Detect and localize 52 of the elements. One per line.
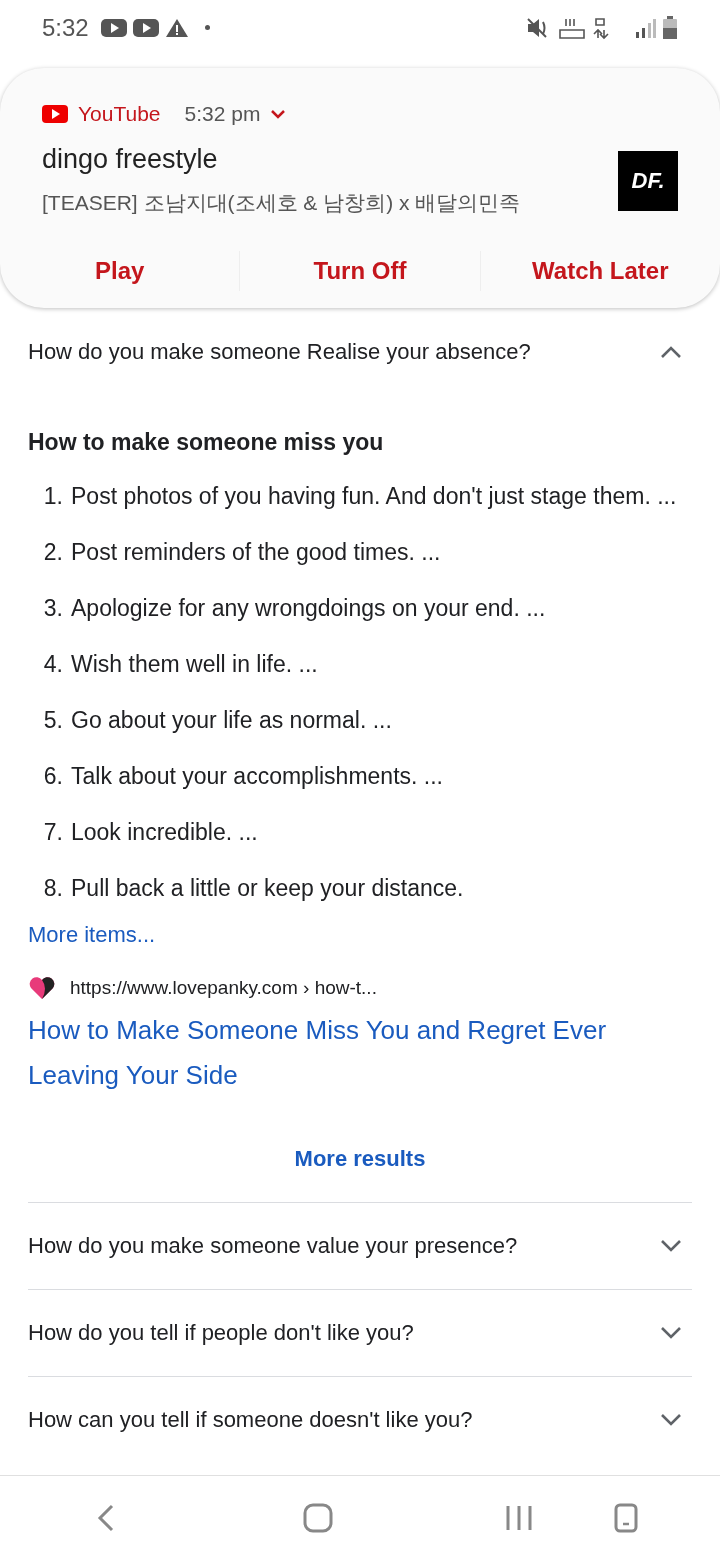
- list-item-text: Look incredible. ...: [71, 818, 258, 847]
- item-number: 1.: [42, 482, 63, 511]
- expand-icon[interactable]: [660, 1413, 682, 1427]
- item-number: 4.: [42, 650, 63, 679]
- list-item-text: Talk about your accomplishments. ...: [71, 762, 443, 791]
- notification-text: [TEASER] 조남지대(조세호 & 남창희) x 배달의민족: [42, 190, 521, 216]
- question-row[interactable]: How can you tell if someone doesn't like you?: [28, 1376, 692, 1463]
- item-number: 3.: [42, 594, 63, 623]
- question-row[interactable]: How do you tell if people don't like you?: [28, 1289, 692, 1376]
- item-number: 6.: [42, 762, 63, 791]
- action-button[interactable]: Watch Later: [479, 251, 720, 291]
- list-item-text: Post reminders of the good times. ...: [71, 538, 441, 567]
- dot-icon: [204, 25, 210, 30]
- list-item-text: Wish them well in life. ...: [71, 650, 318, 679]
- back-icon[interactable]: [96, 1503, 116, 1533]
- battery-icon: [662, 15, 678, 40]
- list-item-text: Pull back a little or keep your distance.: [71, 874, 464, 903]
- notification-title: dingo freestyle: [42, 144, 219, 175]
- recent-apps-icon[interactable]: [505, 1504, 533, 1532]
- expand-icon[interactable]: [660, 1326, 682, 1340]
- heart-icon: [28, 976, 56, 1000]
- play-icon: [132, 17, 159, 38]
- play-icon: [100, 17, 127, 38]
- item-number: 2.: [42, 538, 63, 567]
- question-row[interactable]: How do you make someone Realise your absence?: [28, 309, 692, 395]
- list-item-text: Go about your life as normal. ...: [71, 706, 392, 735]
- item-number: 7.: [42, 818, 63, 847]
- expand-icon[interactable]: [270, 109, 287, 119]
- action-button[interactable]: Play: [0, 251, 240, 291]
- thumbnail-logo: DF.: [618, 150, 678, 211]
- signal-icon: [634, 16, 656, 39]
- expand-icon[interactable]: [660, 1239, 682, 1253]
- result-title-link[interactable]: How to Make Someone Miss You and Regret Ever Leaving Your Side: [28, 1008, 668, 1098]
- more-results-link[interactable]: More results: [28, 1146, 692, 1172]
- notification-card[interactable]: YouTube 5:32 pm dingo freestyle [TEASER] 조남지대(조세호 & 남창희) x 배달의민족 DF. Play Turn Off Watch Later: [0, 68, 720, 308]
- phone-icon[interactable]: [614, 1503, 638, 1533]
- action-button[interactable]: Turn Off: [239, 251, 480, 291]
- clock: 5:32: [42, 13, 89, 42]
- warning-icon: [164, 17, 189, 38]
- source-url: https://www.lovepanky.com › how-t...: [70, 977, 377, 999]
- answer-heading: How to make someone miss you: [28, 429, 385, 456]
- list-item-text: Post photos of you having fun. And don't just stage them. ...: [71, 482, 677, 511]
- question-row[interactable]: How do you make someone value your presence?: [28, 1202, 692, 1289]
- home-icon[interactable]: [303, 1503, 333, 1533]
- more-items-link[interactable]: More items...: [28, 922, 156, 948]
- notification-time: 5:32 pm: [184, 102, 261, 126]
- item-number: 5.: [42, 706, 63, 735]
- play-icon: [42, 105, 68, 123]
- item-number: 8.: [42, 874, 63, 903]
- collapse-icon[interactable]: [660, 345, 682, 359]
- list-item-text: Apologize for any wrongdoings on your end. ...: [71, 594, 546, 623]
- app-name: YouTube: [78, 102, 161, 126]
